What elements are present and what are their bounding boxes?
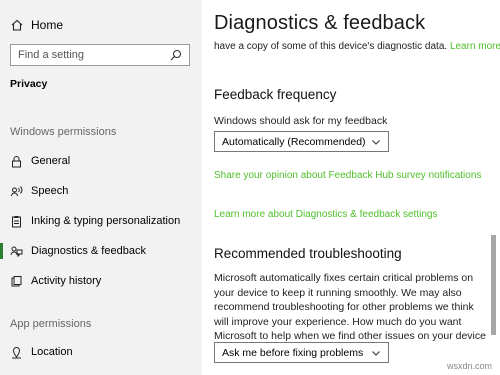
speech-icon bbox=[10, 185, 23, 198]
sidebar-item-label: Inking & typing personalization bbox=[31, 215, 181, 227]
sidebar-item-diagnostics-feedback[interactable]: Diagnostics & feedback bbox=[0, 240, 202, 262]
feedback-frequency-dropdown[interactable]: Automatically (Recommended) bbox=[214, 131, 389, 152]
learn-more-settings-link[interactable]: Learn more about Diagnostics & feedback … bbox=[214, 209, 437, 220]
diagnostic-data-sentence: have a copy of some of this device's dia… bbox=[214, 41, 448, 52]
sidebar-item-label: Activity history bbox=[31, 275, 102, 287]
sidebar-item-label: General bbox=[31, 155, 71, 167]
sidebar-item-general[interactable]: General bbox=[0, 150, 202, 172]
feedback-icon bbox=[10, 245, 23, 258]
active-indicator bbox=[0, 243, 3, 259]
sidebar: Home Privacy Windows permissions General… bbox=[0, 0, 202, 375]
feedback-frequency-heading: Feedback frequency bbox=[214, 87, 337, 102]
history-icon bbox=[10, 275, 23, 288]
chevron-down-icon bbox=[371, 348, 381, 358]
breadcrumb: Privacy bbox=[10, 78, 48, 90]
sidebar-item-inking-typing[interactable]: Inking & typing personalization bbox=[0, 210, 202, 232]
lock-icon bbox=[10, 155, 23, 168]
troubleshooting-value: Ask me before fixing problems bbox=[222, 346, 364, 359]
sidebar-item-label: Speech bbox=[31, 185, 69, 197]
search-box[interactable] bbox=[10, 44, 190, 66]
learn-more-link[interactable]: Learn more bbox=[450, 41, 500, 52]
feedback-frequency-label: Windows should ask for my feedback bbox=[214, 115, 388, 127]
content-pane: Diagnostics & feedback have a copy of so… bbox=[202, 0, 500, 375]
location-icon bbox=[10, 346, 23, 359]
sidebar-item-speech[interactable]: Speech bbox=[0, 180, 202, 202]
home-icon bbox=[10, 18, 24, 32]
clipboard-icon bbox=[10, 215, 23, 228]
sidebar-item-label: Diagnostics & feedback bbox=[31, 245, 146, 257]
search-input[interactable] bbox=[11, 49, 163, 61]
scrollbar-thumb[interactable] bbox=[491, 235, 496, 335]
home-button[interactable]: Home bbox=[10, 16, 63, 34]
search-icon[interactable] bbox=[169, 48, 183, 62]
share-opinion-link[interactable]: Share your opinion about Feedback Hub su… bbox=[214, 170, 481, 181]
sidebar-item-location[interactable]: Location bbox=[0, 341, 202, 363]
recommended-troubleshooting-heading: Recommended troubleshooting bbox=[214, 246, 402, 261]
feedback-frequency-value: Automatically (Recommended) bbox=[222, 135, 366, 148]
troubleshooting-dropdown[interactable]: Ask me before fixing problems bbox=[214, 342, 389, 363]
watermark: wsxdn.com bbox=[446, 361, 492, 371]
section-windows-permissions: Windows permissions bbox=[10, 126, 117, 138]
section-app-permissions: App permissions bbox=[10, 318, 92, 330]
diagnostic-data-text: have a copy of some of this device's dia… bbox=[214, 41, 500, 52]
home-label: Home bbox=[31, 18, 64, 32]
chevron-down-icon bbox=[371, 137, 381, 147]
sidebar-item-activity-history[interactable]: Activity history bbox=[0, 270, 202, 292]
sidebar-item-label: Location bbox=[31, 346, 73, 358]
page-title: Diagnostics & feedback bbox=[214, 12, 426, 34]
